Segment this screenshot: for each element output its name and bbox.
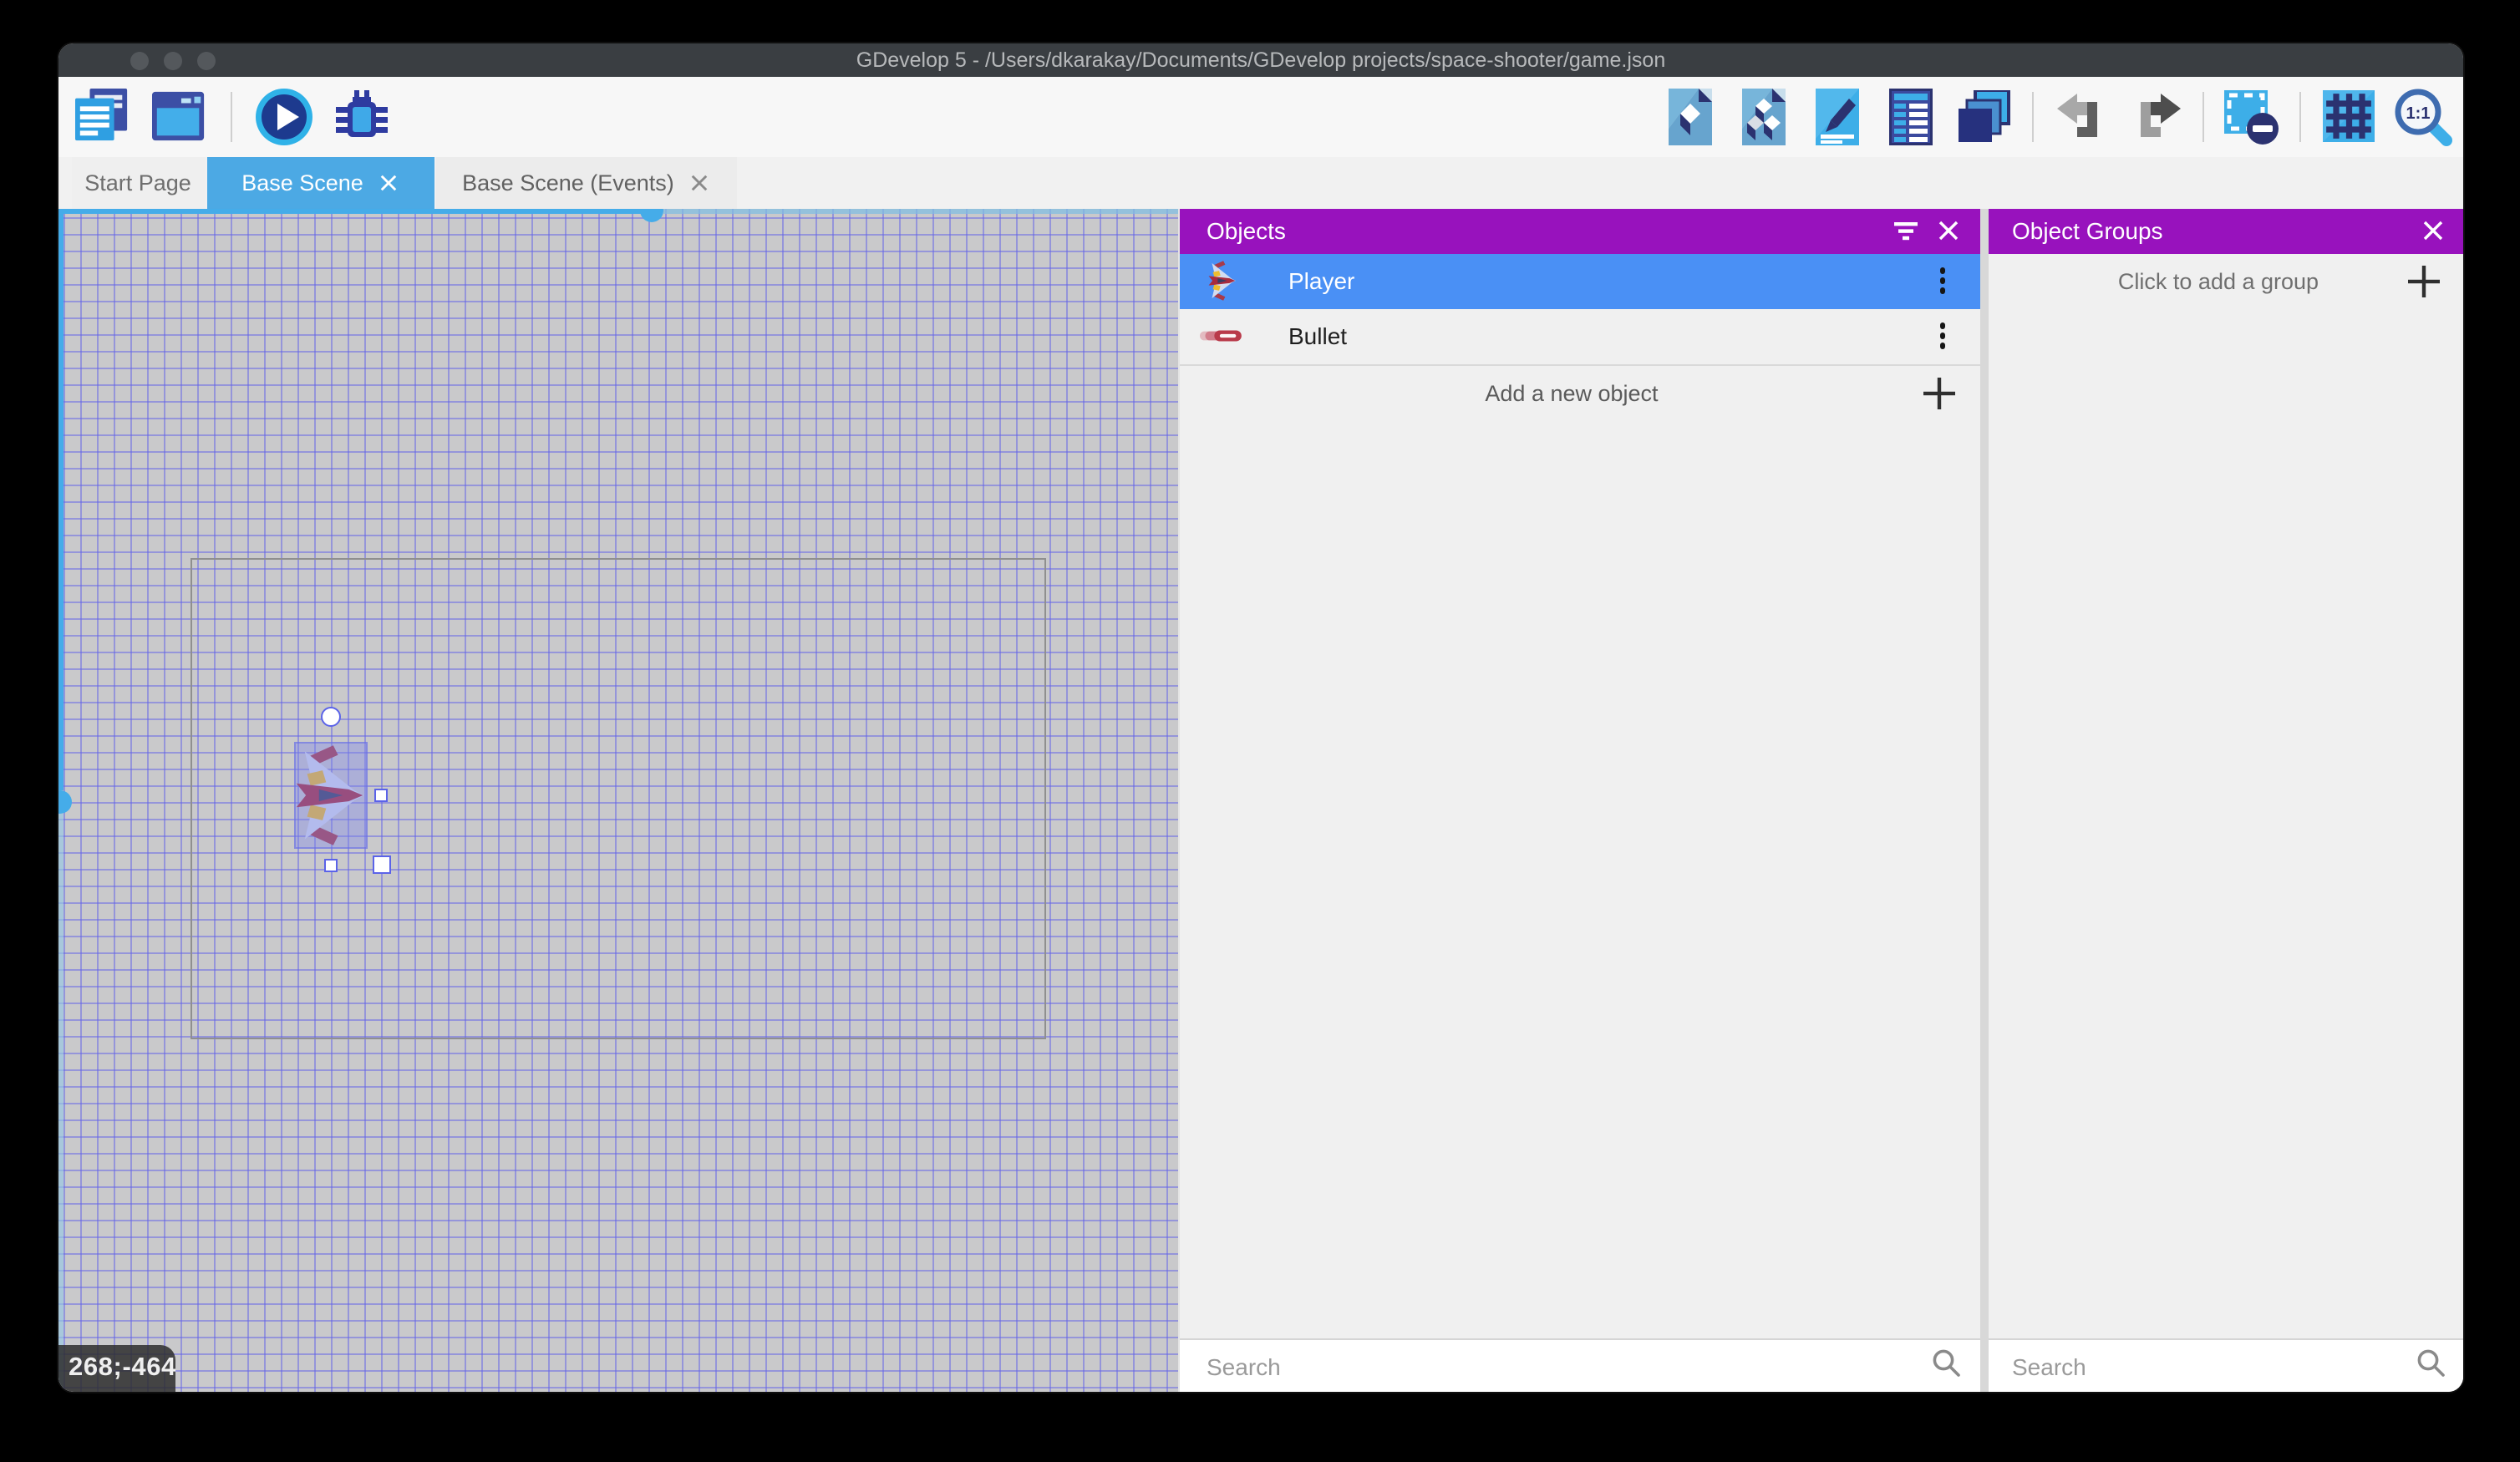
layers-panel-icon[interactable] [1954, 84, 2015, 150]
objects-panel-header: Objects [1180, 209, 1980, 253]
toolbar-separator [2299, 92, 2301, 142]
redo-arrow-glyph [2130, 94, 2180, 140]
groups-search-bar [1989, 1338, 2463, 1392]
objects-panel: Objects [1178, 209, 1980, 1392]
resize-handle-corner[interactable] [373, 855, 391, 874]
objects-search-bar [1180, 1338, 1980, 1392]
toolbar-separator [2202, 92, 2204, 142]
grid-icon[interactable] [2318, 84, 2380, 150]
toolbar-left-group [58, 84, 391, 150]
close-tab-icon[interactable] [691, 174, 709, 192]
object-name: Player [1288, 267, 1933, 294]
player-thumbnail [1196, 259, 1247, 302]
zoom-1-1-glyph: 1:1 [2392, 87, 2452, 147]
resize-handle-right[interactable] [373, 789, 387, 802]
instance-selection-box [294, 742, 368, 849]
layers-glyph [1958, 90, 2011, 144]
play-preview-icon[interactable] [252, 84, 314, 150]
object-groups-panel-icon[interactable] [1733, 84, 1795, 150]
content-area: 268;-464 Objects [58, 209, 2463, 1392]
vertical-scrollbar[interactable] [58, 209, 64, 790]
redo-icon[interactable] [2124, 84, 2186, 150]
tab-label: Base Scene (Events) [462, 170, 674, 195]
add-object-row[interactable]: Add a new object [1180, 365, 1980, 420]
groups-search-input[interactable] [1989, 1351, 2416, 1381]
properties-panel-icon[interactable] [1806, 84, 1868, 150]
deselect-glyph [2224, 90, 2279, 144]
plus-icon[interactable] [2398, 256, 2448, 306]
objects-panel-icon[interactable] [1659, 84, 1721, 150]
search-icon [2416, 1348, 2445, 1384]
object-groups-panel-title: Object Groups [1989, 218, 2163, 245]
properties-doc-glyph [1815, 89, 1860, 145]
horizontal-scrollbar-thumb[interactable] [640, 209, 663, 222]
grid-glyph [2323, 91, 2375, 143]
play-glyph [253, 87, 313, 147]
app-window: GDevelop 5 - /Users/dkarakay/Documents/G… [58, 43, 2463, 1392]
horizontal-scrollbar-track[interactable] [663, 209, 1178, 214]
toolbar-separator [231, 92, 232, 142]
zoom-ratio-label: 1:1 [2406, 104, 2430, 123]
resize-handle-bottom[interactable] [323, 858, 337, 871]
horizontal-scrollbar[interactable] [58, 209, 652, 214]
bullet-thumbnail [1196, 329, 1247, 343]
toolbar-separator [2032, 92, 2034, 142]
vertical-scrollbar-track[interactable] [58, 814, 64, 1392]
zoom-reset-icon[interactable]: 1:1 [2391, 84, 2453, 150]
object-groups-panel-body [1989, 308, 2463, 1338]
tab-label: Base Scene [241, 170, 363, 195]
object-groups-panel: Object Groups Click to add a group [1989, 209, 2463, 1392]
debug-icon[interactable] [329, 84, 391, 150]
editor-tabbar: Start Page Base Scene Base Scene (Events… [58, 156, 2463, 209]
add-group-label: Click to add a group [1989, 268, 2398, 293]
main-toolbar: 1:1 [58, 77, 2463, 156]
project-manager-glyph [75, 89, 130, 145]
minimize-window-button[interactable] [164, 51, 182, 69]
debug-bug-glyph [332, 89, 389, 145]
titlebar: GDevelop 5 - /Users/dkarakay/Documents/G… [58, 43, 2463, 77]
object-groups-panel-header: Object Groups [1989, 209, 2463, 253]
objects-panel-body [1180, 420, 1980, 1338]
instances-list-panel-icon[interactable] [1880, 84, 1942, 150]
undo-arrow-glyph [2056, 94, 2106, 140]
window-title: GDevelop 5 - /Users/dkarakay/Documents/G… [58, 48, 2463, 72]
objects-search-input[interactable] [1180, 1351, 1932, 1381]
search-icon [1932, 1348, 1960, 1384]
tab-label: Start Page [84, 170, 191, 195]
traffic-lights [130, 43, 216, 77]
maximize-window-button[interactable] [197, 51, 216, 69]
panel-divider[interactable] [1980, 209, 1989, 1392]
tab-start-page[interactable]: Start Page [71, 156, 205, 209]
object-row-bullet[interactable]: Bullet [1180, 308, 1980, 363]
plus-icon[interactable] [1913, 368, 1964, 418]
screen: GDevelop 5 - /Users/dkarakay/Documents/G… [0, 0, 2520, 1462]
object-menu-dots-icon[interactable] [1933, 317, 1952, 356]
close-tab-icon[interactable] [380, 174, 399, 192]
tab-base-scene[interactable]: Base Scene [206, 156, 434, 209]
add-group-row[interactable]: Click to add a group [1989, 253, 2463, 308]
object-menu-dots-icon[interactable] [1933, 261, 1952, 301]
deselect-instances-icon[interactable] [2221, 84, 2283, 150]
rotate-handle[interactable] [320, 707, 340, 727]
undo-icon[interactable] [2050, 84, 2112, 150]
filter-icon[interactable] [1883, 210, 1927, 253]
cursor-coordinates-badge: 268;-464 [58, 1345, 175, 1392]
scene-window-icon[interactable] [149, 84, 211, 150]
objects-panel-title: Objects [1180, 218, 1286, 245]
object-name: Bullet [1288, 322, 1933, 349]
object-row-player[interactable]: Player [1180, 253, 1980, 308]
close-panel-icon[interactable] [2411, 210, 2455, 253]
object-groups-doc-glyph [1741, 89, 1786, 145]
project-manager-icon[interactable] [72, 84, 134, 150]
close-window-button[interactable] [130, 51, 149, 69]
scene-canvas[interactable]: 268;-464 [58, 209, 1178, 1392]
vertical-scrollbar-thumb[interactable] [58, 790, 72, 814]
add-object-label: Add a new object [1180, 380, 1913, 405]
tab-base-scene-events[interactable]: Base Scene (Events) [435, 156, 736, 209]
instances-list-glyph [1888, 89, 1933, 145]
toolbar-right-group: 1:1 [1659, 84, 2463, 150]
scene-window-glyph [152, 89, 207, 145]
close-panel-icon[interactable] [1927, 210, 1970, 253]
objects-doc-glyph [1668, 89, 1713, 145]
